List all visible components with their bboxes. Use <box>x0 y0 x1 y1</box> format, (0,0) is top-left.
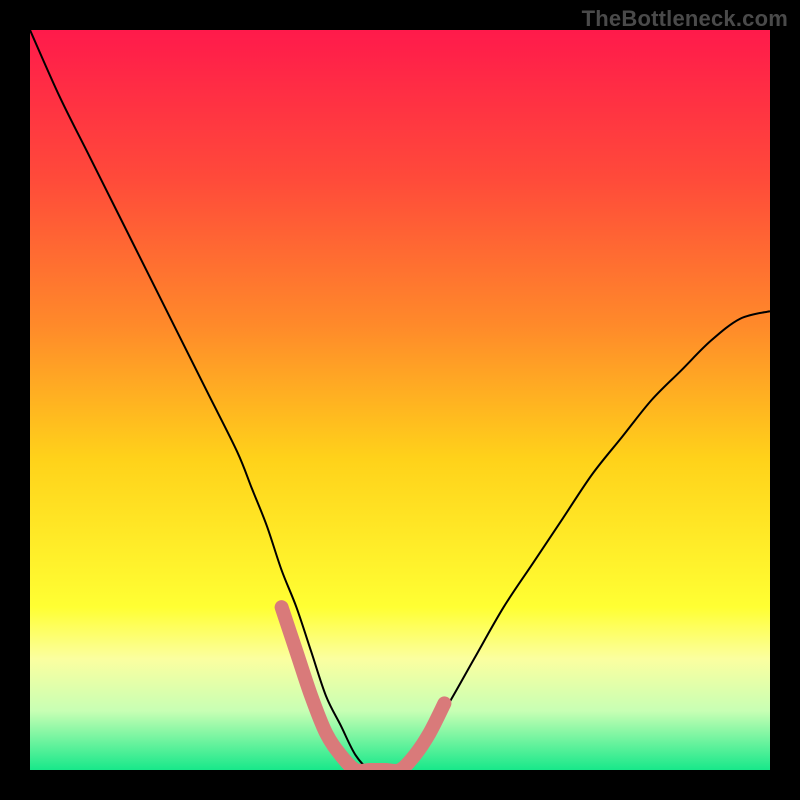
gradient-background <box>30 30 770 770</box>
watermark-text: TheBottleneck.com <box>582 6 788 32</box>
plot-area <box>30 30 770 770</box>
chart-svg <box>30 30 770 770</box>
chart-frame: TheBottleneck.com <box>0 0 800 800</box>
